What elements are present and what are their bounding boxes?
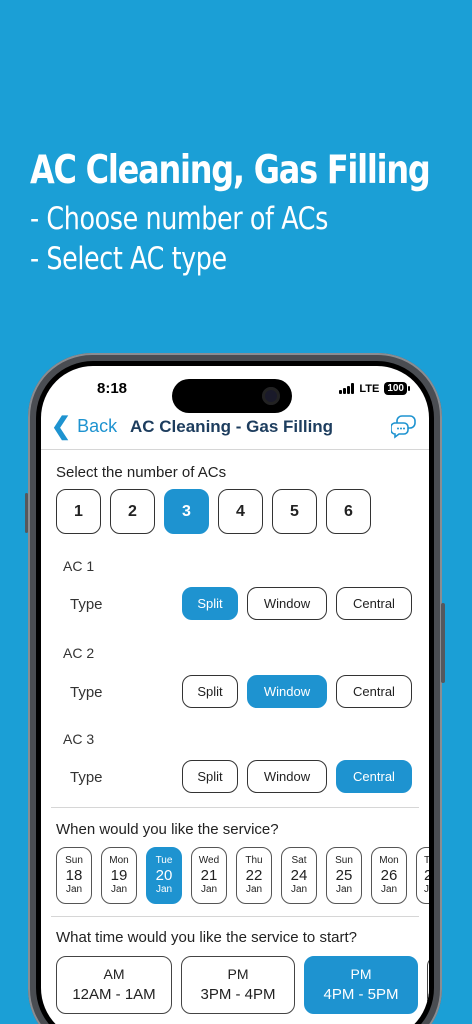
promo-text: AC Cleaning, Gas Filling - Choose number… (30, 143, 472, 279)
date-month: Jan (380, 884, 398, 895)
date-month: Jan (200, 884, 218, 895)
status-time: 8:18 (97, 380, 128, 397)
back-label: Back (77, 416, 118, 436)
date-month: Jan (290, 884, 308, 895)
ac-1-label: AC 1 (63, 558, 95, 574)
promo-line-2: - Select AC type (30, 241, 227, 277)
phone-frame: 8:18 LTE 100 ❮ Back AC Cleaning - Gas Fi… (25, 353, 445, 1024)
nav-bar: ❮ Back AC Cleaning - Gas Filling (41, 404, 429, 450)
ac-count-label: Select the number of ACs (56, 464, 227, 481)
ac-3-type-central[interactable]: Central (336, 760, 412, 793)
network-type: LTE (359, 382, 380, 395)
ac-1-type-split[interactable]: Split (182, 587, 238, 620)
ac-2-type-label: Type (70, 684, 103, 701)
date-weekday: Thu (245, 855, 263, 866)
promo-line-1: - Choose number of ACs (30, 201, 328, 237)
date-day: 25 (335, 867, 353, 884)
date-weekday: Sun (65, 855, 83, 866)
ac-1-type-central[interactable]: Central (336, 587, 412, 620)
ac-2-label: AC 2 (63, 645, 95, 661)
date-weekday: Sat (291, 855, 307, 866)
date-month: Jan (245, 884, 263, 895)
date-month: Jan (155, 884, 173, 895)
ac-3-label: AC 3 (63, 731, 95, 747)
time-slot[interactable]: PM 3PM - 4PM (181, 956, 295, 1014)
camera-icon (262, 387, 280, 405)
date-day: 19 (110, 867, 128, 884)
date-day: 20 (155, 867, 173, 884)
date-option[interactable]: Wed 21 Jan (191, 847, 227, 904)
time-slot-partial[interactable] (427, 956, 429, 1014)
chat-bubbles-icon[interactable] (390, 412, 419, 440)
ac-count-option-2[interactable]: 2 (110, 489, 155, 534)
ac-count-option-1[interactable]: 1 (56, 489, 101, 534)
date-day: 26 (380, 867, 398, 884)
ac-1-type-window[interactable]: Window (247, 587, 327, 620)
ac-count-option-5[interactable]: 5 (272, 489, 317, 534)
date-option[interactable]: Mon 26 Jan (371, 847, 407, 904)
ac-3-type-split[interactable]: Split (182, 760, 238, 793)
date-option-selected[interactable]: Tue 20 Jan (146, 847, 182, 904)
date-day: 22 (245, 867, 263, 884)
divider (51, 916, 419, 917)
time-slot-range: 12AM - 1AM (72, 986, 156, 1003)
time-slot-selected[interactable]: PM 4PM - 5PM (304, 956, 418, 1014)
date-option[interactable]: Mon 19 Jan (101, 847, 137, 904)
ac-3-type-label: Type (70, 769, 103, 786)
date-option[interactable]: Sun 18 Jan (56, 847, 92, 904)
time-section-label: What time would you like the service to … (56, 929, 357, 946)
date-weekday: T (424, 855, 429, 866)
date-month: Jan (335, 884, 353, 895)
time-slot-period: PM (227, 966, 249, 982)
promo-title: AC Cleaning, Gas Filling (30, 148, 431, 193)
date-option[interactable]: Thu 22 Jan (236, 847, 272, 904)
ac-2-type-central[interactable]: Central (336, 675, 412, 708)
date-weekday: Tue (155, 855, 173, 866)
battery-icon: 100 (384, 382, 410, 395)
ac-2-type-window[interactable]: Window (247, 675, 327, 708)
page-title: AC Cleaning - Gas Filling (130, 416, 334, 436)
date-option[interactable]: Sat 24 Jan (281, 847, 317, 904)
chevron-left-icon: ❮ (51, 412, 72, 440)
ac-count-option-4[interactable]: 4 (218, 489, 263, 534)
ac-1-type-label: Type (70, 596, 103, 613)
date-month: Jan (65, 884, 83, 895)
date-day: 24 (290, 867, 308, 884)
date-weekday: Mon (109, 855, 129, 866)
time-slot-range: 3PM - 4PM (200, 986, 276, 1003)
divider (51, 807, 419, 808)
ac-2-type-split[interactable]: Split (182, 675, 238, 708)
date-month: J (424, 884, 429, 895)
phone-screen: 8:18 LTE 100 ❮ Back AC Cleaning - Gas Fi… (41, 366, 429, 1024)
date-weekday: Wed (198, 855, 220, 866)
time-slot-range: 4PM - 5PM (323, 986, 399, 1003)
volume-button (25, 493, 28, 533)
date-day: 2 (424, 867, 429, 884)
ac-count-option-3[interactable]: 3 (164, 489, 209, 534)
date-option-partial[interactable]: T 2 J (416, 847, 429, 904)
time-slot-period: AM (103, 966, 125, 982)
time-slot-period: PM (350, 966, 372, 982)
date-month: Jan (110, 884, 128, 895)
date-day: 18 (65, 867, 83, 884)
date-weekday: Mon (379, 855, 399, 866)
signal-icon (339, 383, 355, 394)
time-slot[interactable]: AM 12AM - 1AM (56, 956, 172, 1014)
status-indicators: LTE 100 (339, 382, 410, 395)
back-button[interactable]: ❮ Back (51, 412, 118, 440)
date-weekday: Sun (335, 855, 353, 866)
power-button (441, 603, 445, 683)
ac-count-option-6[interactable]: 6 (326, 489, 371, 534)
ac-3-type-window[interactable]: Window (247, 760, 327, 793)
date-day: 21 (200, 867, 218, 884)
date-section-label: When would you like the service? (56, 821, 279, 838)
date-option[interactable]: Sun 25 Jan (326, 847, 362, 904)
